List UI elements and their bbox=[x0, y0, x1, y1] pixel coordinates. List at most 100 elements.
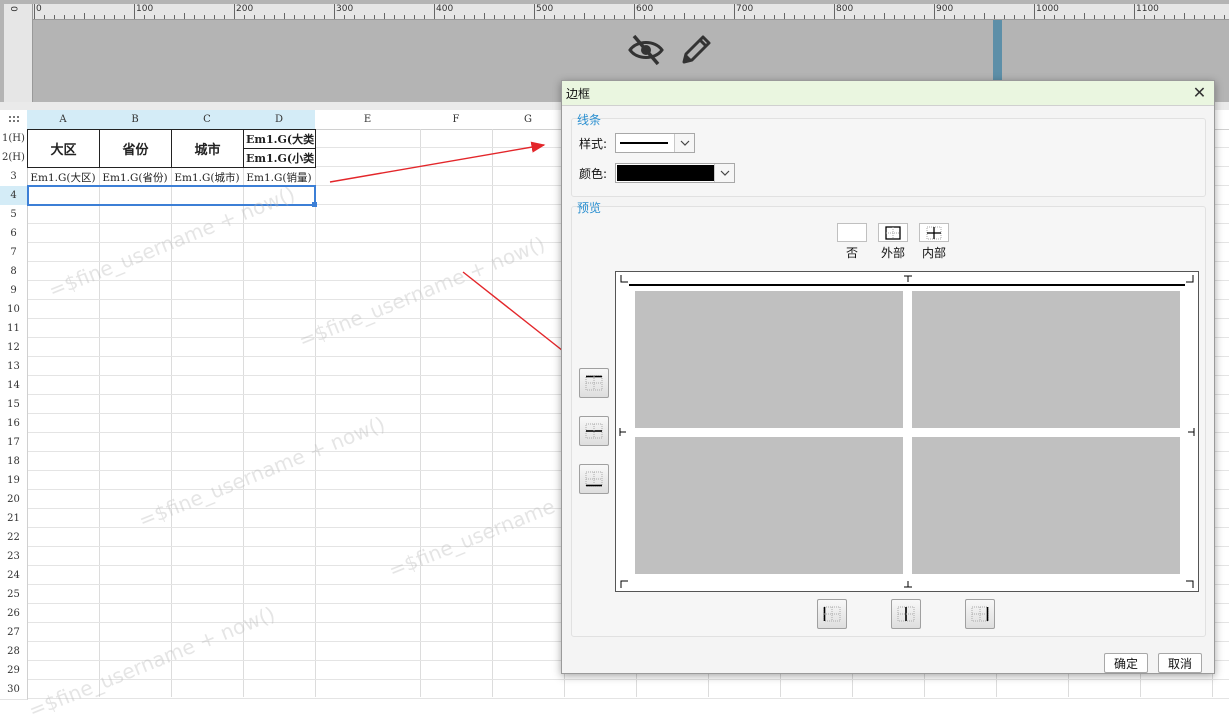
ruler-tick bbox=[854, 15, 855, 19]
row-header[interactable]: 30 bbox=[0, 680, 28, 700]
row-header[interactable]: 24 bbox=[0, 566, 28, 586]
ruler-label: 1100 bbox=[1136, 4, 1159, 14]
row-header[interactable]: 3 bbox=[0, 167, 28, 187]
color-swatch bbox=[617, 165, 714, 181]
close-icon[interactable]: ✕ bbox=[1191, 84, 1208, 101]
dialog-title-bar[interactable]: 边框 ✕ bbox=[562, 81, 1214, 106]
ruler-tick bbox=[1014, 15, 1015, 19]
row-header[interactable]: 22 bbox=[0, 528, 28, 548]
row-header[interactable]: 13 bbox=[0, 357, 28, 377]
line-color-select[interactable] bbox=[615, 163, 735, 183]
row-header[interactable]: 18 bbox=[0, 452, 28, 472]
grid-dots-icon bbox=[8, 116, 19, 122]
pencil-icon[interactable] bbox=[676, 30, 716, 70]
row-header[interactable]: 20 bbox=[0, 490, 28, 510]
ruler-tick bbox=[944, 15, 945, 19]
cell-selection[interactable] bbox=[27, 185, 316, 206]
column-header-d[interactable]: D bbox=[243, 110, 316, 130]
row-header[interactable]: 2(H) bbox=[0, 148, 28, 168]
row-header[interactable]: 21 bbox=[0, 509, 28, 529]
row-header[interactable]: 1(H) bbox=[0, 129, 28, 149]
row-header[interactable]: 14 bbox=[0, 376, 28, 396]
row-header[interactable]: 17 bbox=[0, 433, 28, 453]
row-header[interactable]: 25 bbox=[0, 585, 28, 605]
border-dialog[interactable]: 边框 ✕ 线条 样式: 颜色: 预览 否 外部 内部 确定 取消 bbox=[561, 80, 1215, 674]
row-header[interactable]: 26 bbox=[0, 604, 28, 624]
ruler-label: 500 bbox=[536, 4, 554, 14]
top-border-button[interactable] bbox=[579, 368, 609, 398]
bottom-border-button[interactable] bbox=[579, 464, 609, 494]
ruler-tick bbox=[964, 15, 965, 19]
horizontal-inner-border-button[interactable] bbox=[579, 416, 609, 446]
ruler-tick bbox=[1104, 15, 1105, 19]
row-header[interactable]: 9 bbox=[0, 281, 28, 301]
row-header[interactable]: 10 bbox=[0, 300, 28, 320]
cell-c1-city[interactable]: 城市 bbox=[171, 129, 244, 168]
vertical-inner-border-button[interactable] bbox=[891, 599, 921, 629]
ruler-tick bbox=[34, 4, 35, 19]
watermark: =$fine_username + now() bbox=[25, 601, 279, 722]
row-header[interactable]: 19 bbox=[0, 471, 28, 491]
ruler-tick bbox=[1164, 15, 1165, 19]
ruler-tick bbox=[314, 15, 315, 19]
row-header[interactable]: 16 bbox=[0, 414, 28, 434]
eye-slash-icon[interactable] bbox=[626, 30, 666, 70]
column-header-g[interactable]: G bbox=[492, 110, 565, 130]
select-all-corner[interactable] bbox=[0, 110, 28, 130]
row-header[interactable]: 7 bbox=[0, 243, 28, 263]
fill-handle[interactable] bbox=[312, 202, 317, 207]
ruler-tick bbox=[724, 15, 725, 19]
row-header[interactable]: 8 bbox=[0, 262, 28, 282]
row-header[interactable]: 12 bbox=[0, 338, 28, 358]
row-header[interactable]: 4 bbox=[0, 186, 28, 206]
ruler-tick bbox=[1004, 15, 1005, 19]
inner-border-button[interactable] bbox=[919, 223, 949, 242]
confirm-button[interactable]: 确定 bbox=[1104, 653, 1148, 673]
ruler-tick bbox=[1144, 15, 1145, 19]
ruler-tick bbox=[1154, 15, 1155, 19]
row-header[interactable]: 11 bbox=[0, 319, 28, 339]
ruler-tick bbox=[664, 15, 665, 19]
row-header[interactable]: 27 bbox=[0, 623, 28, 643]
ruler-tick bbox=[734, 4, 735, 19]
preview-corner-marks bbox=[619, 275, 1195, 588]
ruler-tick bbox=[814, 15, 815, 19]
column-header-b[interactable]: B bbox=[99, 110, 172, 130]
ruler-tick bbox=[194, 15, 195, 19]
row-header[interactable]: 5 bbox=[0, 205, 28, 225]
ruler-tick bbox=[324, 15, 325, 19]
ruler-tick bbox=[634, 4, 635, 19]
chevron-down-icon[interactable] bbox=[674, 134, 694, 152]
column-header-a[interactable]: A bbox=[27, 110, 100, 130]
row-header[interactable]: 29 bbox=[0, 661, 28, 681]
column-header-e[interactable]: E bbox=[315, 110, 421, 130]
cell-d1-category[interactable]: Em1.G(大类 bbox=[243, 129, 316, 149]
border-preview[interactable] bbox=[615, 271, 1199, 592]
cell-d2-subcategory[interactable]: Em1.G(小类 bbox=[243, 148, 316, 168]
column-header-c[interactable]: C bbox=[171, 110, 244, 130]
line-style-select[interactable] bbox=[615, 133, 695, 153]
ruler-tick bbox=[974, 15, 975, 19]
cell-b1-province[interactable]: 省份 bbox=[99, 129, 172, 168]
ruler-tick bbox=[744, 15, 745, 19]
none-border-button[interactable] bbox=[837, 223, 867, 242]
left-border-button[interactable] bbox=[817, 599, 847, 629]
bottom-border-icon bbox=[585, 471, 603, 487]
none-border-label: 否 bbox=[845, 246, 858, 260]
cancel-button[interactable]: 取消 bbox=[1158, 653, 1202, 673]
ruler-label: 700 bbox=[736, 4, 754, 14]
ruler-tick bbox=[484, 13, 485, 19]
column-header-f[interactable]: F bbox=[420, 110, 493, 130]
outer-border-button[interactable] bbox=[878, 223, 908, 242]
row-header[interactable]: 28 bbox=[0, 642, 28, 662]
ruler-tick bbox=[124, 15, 125, 19]
ruler-tick bbox=[684, 13, 685, 19]
row-header[interactable]: 6 bbox=[0, 224, 28, 244]
ruler-tick bbox=[364, 15, 365, 19]
right-border-button[interactable] bbox=[965, 599, 995, 629]
right-border-icon bbox=[971, 606, 989, 622]
row-header[interactable]: 15 bbox=[0, 395, 28, 415]
cell-a1-region[interactable]: 大区 bbox=[27, 129, 100, 168]
row-header[interactable]: 23 bbox=[0, 547, 28, 567]
chevron-down-icon[interactable] bbox=[714, 164, 734, 182]
